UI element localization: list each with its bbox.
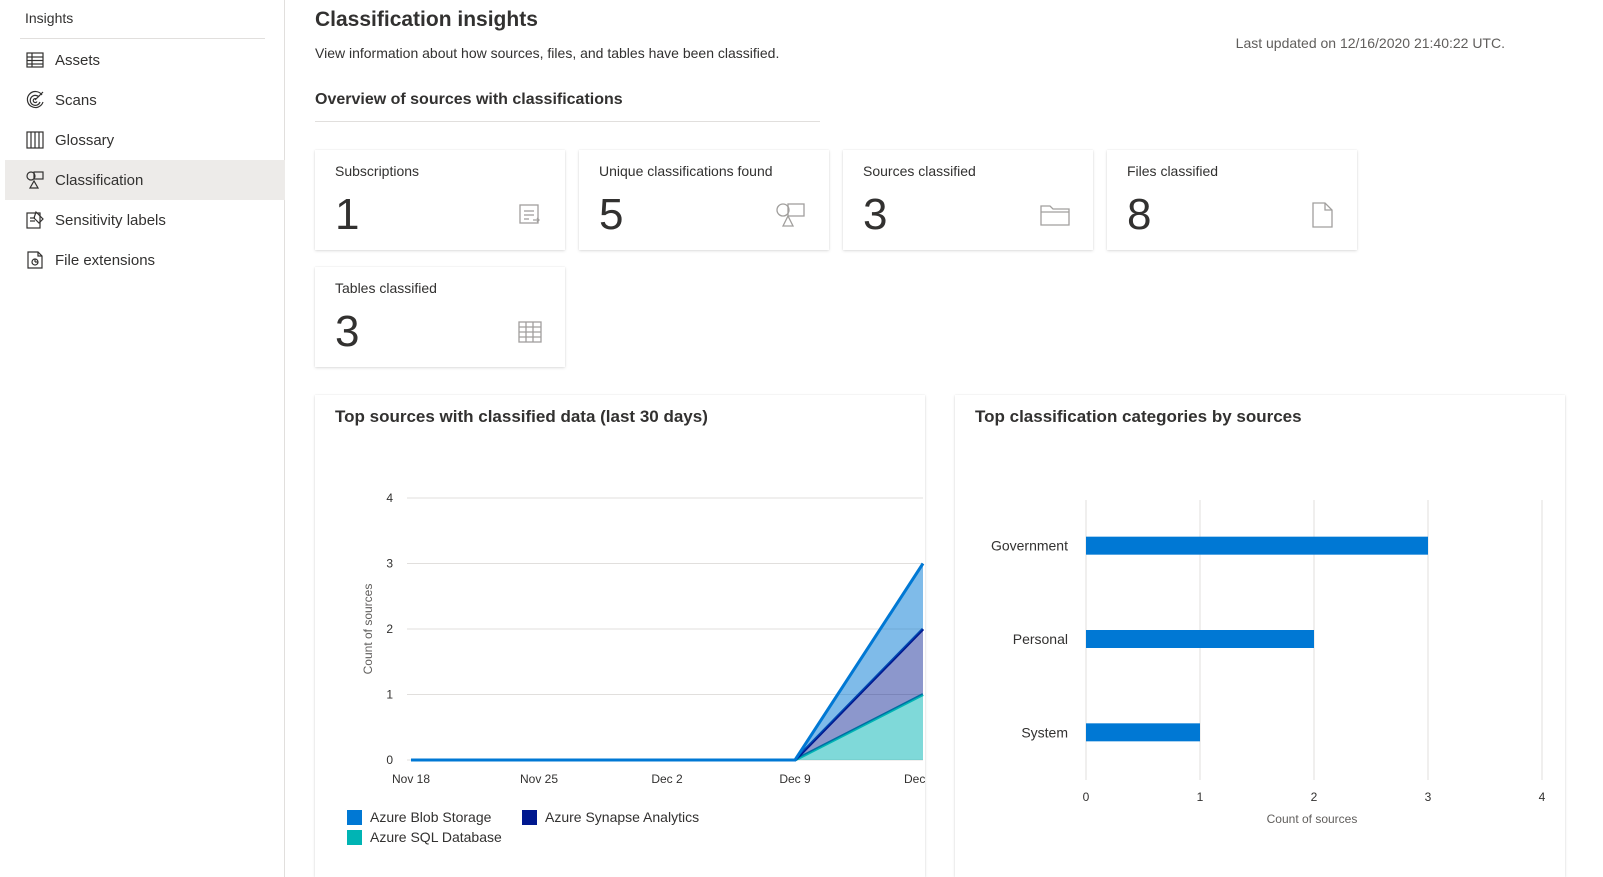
label-icon xyxy=(25,210,45,230)
legend-item-synapse[interactable]: Azure Synapse Analytics xyxy=(522,809,699,825)
x-tick-label: Dec 16 xyxy=(904,772,925,786)
card-label: Files classified xyxy=(1127,163,1219,179)
bar-chart: 0 1 2 3 4 Government Personal System Count of so… xyxy=(991,500,1546,826)
y-tick-label: 0 xyxy=(386,753,393,767)
card-label: Sources classified xyxy=(863,163,976,179)
scan-icon xyxy=(25,90,45,110)
legend-label: Azure SQL Database xyxy=(370,829,502,845)
legend-swatch xyxy=(347,809,362,825)
card-tables-classified[interactable]: Tables classified 3 xyxy=(315,267,565,367)
overview-divider xyxy=(315,121,820,122)
sidebar-nav: Assets Scans Glossary Classification Sen… xyxy=(5,40,285,280)
area-chart: 0 1 2 3 4 Nov 18 Nov 25 Dec 2 Dec 9 Dec 16 Count o… xyxy=(361,491,925,786)
x-tick-label: 0 xyxy=(1083,790,1090,804)
card-sources-classified[interactable]: Sources classified 3 xyxy=(843,150,1093,250)
x-tick-label: Nov 18 xyxy=(392,772,430,786)
legend-swatch xyxy=(522,809,537,825)
sidebar-item-classification[interactable]: Classification xyxy=(5,160,285,200)
category-label: System xyxy=(1021,724,1068,740)
y-tick-label: 2 xyxy=(386,622,393,636)
bar-government xyxy=(1086,536,1428,555)
card-files-classified[interactable]: Files classified 8 xyxy=(1107,150,1357,250)
bar-chart-panel: Top classification categories by sources… xyxy=(955,395,1565,877)
sidebar-item-assets[interactable]: Assets xyxy=(5,40,285,80)
table-icon xyxy=(25,50,45,70)
sidebar-item-file-extensions[interactable]: File extensions xyxy=(5,240,285,280)
sidebar-item-label: File extensions xyxy=(55,251,156,269)
card-label: Subscriptions xyxy=(335,163,420,179)
legend-label: Azure Blob Storage xyxy=(370,809,492,825)
book-icon xyxy=(25,130,45,150)
sidebar: Insights Assets Scans Glossary Classific… xyxy=(0,0,285,877)
bar-personal xyxy=(1086,630,1314,648)
x-tick-label: 4 xyxy=(1539,790,1546,804)
legend-item-sql[interactable]: Azure SQL Database xyxy=(347,829,502,845)
y-tick-label: 3 xyxy=(386,557,393,571)
page-subtitle: View information about how sources, file… xyxy=(315,45,780,61)
sidebar-header: Insights xyxy=(25,10,74,26)
sidebar-item-label: Sensitivity labels xyxy=(55,211,166,229)
x-tick-label: Dec 9 xyxy=(779,772,811,786)
legend-label: Azure Synapse Analytics xyxy=(545,809,700,825)
sidebar-item-glossary[interactable]: Glossary xyxy=(5,120,285,160)
overview-title: Overview of sources with classifications xyxy=(315,91,623,108)
page-title: Classification insights xyxy=(315,8,538,31)
card-value: 5 xyxy=(599,190,624,239)
x-tick-label: 2 xyxy=(1311,790,1318,804)
card-value: 1 xyxy=(335,190,360,239)
sidebar-item-label: Scans xyxy=(55,91,97,109)
x-tick-label: 1 xyxy=(1197,790,1204,804)
sidebar-item-label: Assets xyxy=(55,51,101,69)
category-label: Government xyxy=(991,538,1068,554)
legend-item-blob[interactable]: Azure Blob Storage xyxy=(347,809,491,825)
card-label: Unique classifications found xyxy=(599,163,773,179)
x-tick-label: Dec 2 xyxy=(651,772,683,786)
x-tick-label: Nov 25 xyxy=(520,772,558,786)
area-chart-panel: Top sources with classified data (last 3… xyxy=(315,395,925,877)
card-unique-classifications[interactable]: Unique classifications found 5 xyxy=(579,150,829,250)
sidebar-item-label: Glossary xyxy=(55,131,115,149)
sidebar-item-sensitivity-labels[interactable]: Sensitivity labels xyxy=(5,200,285,240)
shapes-icon xyxy=(25,170,45,190)
card-label: Tables classified xyxy=(335,280,437,296)
file-icon xyxy=(1309,202,1335,228)
x-tick-label: 3 xyxy=(1425,790,1432,804)
y-tick-label: 4 xyxy=(386,491,393,505)
x-axis-label: Count of sources xyxy=(1267,812,1358,826)
card-value: 3 xyxy=(335,307,360,356)
last-updated-text: Last updated on 12/16/2020 21:40:22 UTC. xyxy=(1235,35,1505,51)
subscription-icon xyxy=(517,202,543,228)
sidebar-item-label: Classification xyxy=(55,171,144,189)
card-value: 8 xyxy=(1127,190,1152,239)
card-subscriptions[interactable]: Subscriptions 1 xyxy=(315,150,565,250)
folder-icon xyxy=(1039,202,1071,228)
legend-swatch xyxy=(347,829,362,845)
sidebar-item-scans[interactable]: Scans xyxy=(5,80,285,120)
main-content: Classification insights View information… xyxy=(285,0,1603,877)
sidebar-divider xyxy=(20,38,265,39)
table-icon xyxy=(517,319,543,345)
y-axis-label: Count of sources xyxy=(361,584,375,675)
category-label: Personal xyxy=(1013,631,1068,647)
bar-system xyxy=(1086,723,1200,742)
card-value: 3 xyxy=(863,190,888,239)
file-chart-icon xyxy=(25,250,45,270)
shapes-icon xyxy=(775,202,807,228)
y-tick-label: 1 xyxy=(386,688,393,702)
